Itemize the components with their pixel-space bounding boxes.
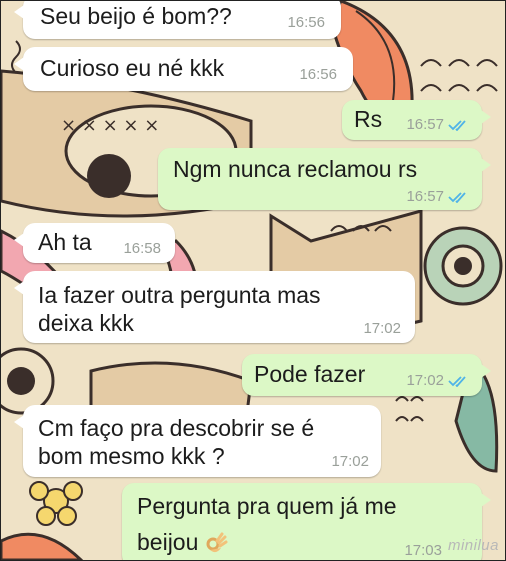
message-text-line: Pergunta pra quem já me [137,493,397,519]
message-text: Rs [354,106,383,132]
message-time: 17:02 [363,320,401,337]
message-status: 16:57 [406,117,470,133]
double-check-icon [448,192,466,203]
message-text: beijou [137,529,199,555]
message-text-line: deixa kkk [38,310,134,336]
message-status: 16:57 [406,189,470,205]
message-text: Ah ta [38,229,92,255]
message-text: Curioso eu né kkk [40,55,225,81]
outgoing-message[interactable]: Pergunta pra quem já me beijou 17:03 [122,483,491,560]
outgoing-message[interactable]: Pode fazer 17:02 [242,354,491,396]
message-time: 16:56 [299,66,337,83]
double-check-icon [448,120,466,131]
incoming-message[interactable]: Ia fazer outra pergunta mas deixa kkk 17… [14,271,415,343]
message-time: 16:56 [287,14,325,31]
message-text-line: beijou [137,526,228,558]
message-text: Pode fazer [254,361,366,387]
message-time: 17:02 [331,453,369,470]
outgoing-message[interactable]: Ngm nunca reclamou rs 16:57 [158,148,491,210]
message-time: 17:03 [404,542,442,559]
incoming-message[interactable]: Ah ta 16:58 [14,223,175,263]
message-time: 16:58 [123,240,161,257]
message-text: Ngm nunca reclamou rs [173,156,418,182]
ok-hand-emoji-icon [206,532,228,553]
outgoing-message[interactable]: Rs 16:57 [342,100,491,140]
message-time: 16:57 [406,188,444,205]
message-status: 17:02 [406,373,470,389]
incoming-message[interactable]: Seu beijo é bom?? 16:56 [14,1,341,39]
message-time: 16:57 [406,116,444,133]
double-check-icon [448,376,466,387]
message-text-line: bom mesmo kkk ? [38,443,225,469]
watermark: minilua [447,537,499,554]
svg-text:× × × × ×: × × × × × [61,115,159,136]
message-time: 17:02 [406,372,444,389]
chat-screen: × × × × × Seu beijo é bom?? 16:56 Curios… [0,0,506,561]
message-text: Seu beijo é bom?? [40,3,232,29]
incoming-message[interactable]: Cm faço pra descobrir se é bom mesmo kkk… [14,405,381,477]
incoming-message[interactable]: Curioso eu né kkk 16:56 [14,47,353,91]
